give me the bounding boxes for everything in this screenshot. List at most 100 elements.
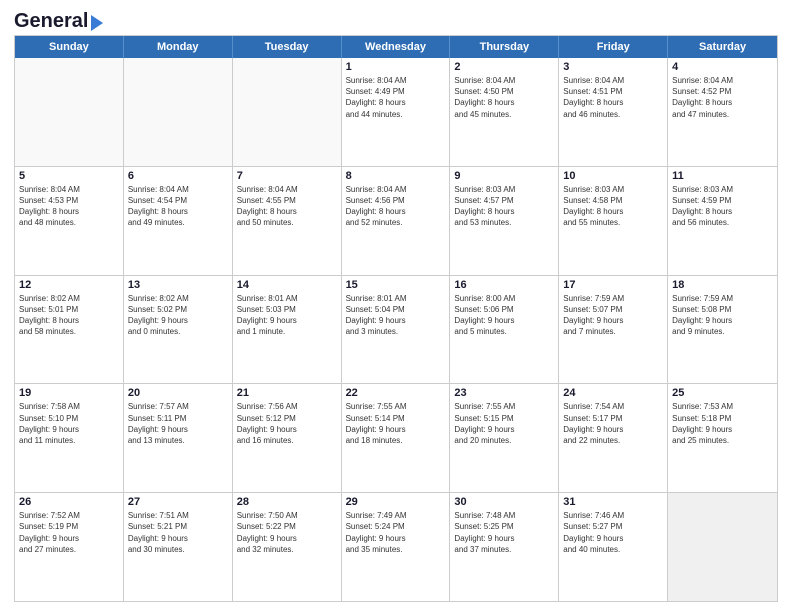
day-number: 30 <box>454 496 554 508</box>
day-cell-14: 14 Sunrise: 8:01 AM Sunset: 5:03 PM Dayli… <box>233 276 342 384</box>
day-number: 31 <box>563 496 663 508</box>
day-number: 18 <box>672 279 773 291</box>
day-number: 11 <box>672 170 773 182</box>
day-info: Sunrise: 8:04 AM Sunset: 4:51 PM Dayligh… <box>563 75 663 120</box>
day-cell-27: 27 Sunrise: 7:51 AM Sunset: 5:21 PM Dayli… <box>124 493 233 601</box>
calendar-row-5: 26 Sunrise: 7:52 AM Sunset: 5:19 PM Dayli… <box>15 493 777 601</box>
day-number: 25 <box>672 387 773 399</box>
day-number: 1 <box>346 61 446 73</box>
day-info: Sunrise: 8:04 AM Sunset: 4:49 PM Dayligh… <box>346 75 446 120</box>
day-number: 21 <box>237 387 337 399</box>
day-number: 20 <box>128 387 228 399</box>
day-info: Sunrise: 8:03 AM Sunset: 4:57 PM Dayligh… <box>454 184 554 229</box>
day-info: Sunrise: 8:02 AM Sunset: 5:02 PM Dayligh… <box>128 293 228 338</box>
day-cell-21: 21 Sunrise: 7:56 AM Sunset: 5:12 PM Dayli… <box>233 384 342 492</box>
day-number: 3 <box>563 61 663 73</box>
calendar-header: SundayMondayTuesdayWednesdayThursdayFrid… <box>15 36 777 58</box>
day-cell-29: 29 Sunrise: 7:49 AM Sunset: 5:24 PM Dayli… <box>342 493 451 601</box>
day-info: Sunrise: 8:04 AM Sunset: 4:55 PM Dayligh… <box>237 184 337 229</box>
day-info: Sunrise: 8:01 AM Sunset: 5:03 PM Dayligh… <box>237 293 337 338</box>
day-number: 8 <box>346 170 446 182</box>
day-number: 2 <box>454 61 554 73</box>
day-number: 28 <box>237 496 337 508</box>
day-cell-12: 12 Sunrise: 8:02 AM Sunset: 5:01 PM Dayli… <box>15 276 124 384</box>
header-day-sunday: Sunday <box>15 36 124 58</box>
day-cell-4: 4Sunrise: 8:04 AM Sunset: 4:52 PM Daylig… <box>668 58 777 166</box>
day-number: 22 <box>346 387 446 399</box>
day-cell-13: 13 Sunrise: 8:02 AM Sunset: 5:02 PM Dayli… <box>124 276 233 384</box>
day-cell-3: 3 Sunrise: 8:04 AM Sunset: 4:51 PM Daylig… <box>559 58 668 166</box>
day-cell-1: 1 Sunrise: 8:04 AM Sunset: 4:49 PM Daylig… <box>342 58 451 166</box>
day-info: Sunrise: 8:04 AM Sunset: 4:53 PM Dayligh… <box>19 184 119 229</box>
day-cell-8: 8 Sunrise: 8:04 AM Sunset: 4:56 PM Daylig… <box>342 167 451 275</box>
day-info: Sunrise: 8:04 AM Sunset: 4:56 PM Dayligh… <box>346 184 446 229</box>
day-info: Sunrise: 7:59 AM Sunset: 5:08 PM Dayligh… <box>672 293 773 338</box>
day-number: 15 <box>346 279 446 291</box>
logo: General <box>14 10 103 29</box>
day-number: 23 <box>454 387 554 399</box>
day-info: Sunrise: 7:55 AM Sunset: 5:15 PM Dayligh… <box>454 401 554 446</box>
day-number: 6 <box>128 170 228 182</box>
day-cell-28: 28 Sunrise: 7:50 AM Sunset: 5:22 PM Dayli… <box>233 493 342 601</box>
day-cell-20: 20 Sunrise: 7:57 AM Sunset: 5:11 PM Dayli… <box>124 384 233 492</box>
day-number: 12 <box>19 279 119 291</box>
day-info: Sunrise: 7:51 AM Sunset: 5:21 PM Dayligh… <box>128 510 228 555</box>
header-day-thursday: Thursday <box>450 36 559 58</box>
day-cell-22: 22Sunrise: 7:55 AM Sunset: 5:14 PM Dayli… <box>342 384 451 492</box>
calendar-row-2: 5 Sunrise: 8:04 AM Sunset: 4:53 PM Daylig… <box>15 167 777 276</box>
day-number: 17 <box>563 279 663 291</box>
day-cell-6: 6 Sunrise: 8:04 AM Sunset: 4:54 PM Daylig… <box>124 167 233 275</box>
day-cell-5: 5 Sunrise: 8:04 AM Sunset: 4:53 PM Daylig… <box>15 167 124 275</box>
day-cell-9: 9 Sunrise: 8:03 AM Sunset: 4:57 PM Daylig… <box>450 167 559 275</box>
day-number: 5 <box>19 170 119 182</box>
empty-cell <box>668 493 777 601</box>
day-cell-24: 24 Sunrise: 7:54 AM Sunset: 5:17 PM Dayli… <box>559 384 668 492</box>
day-cell-7: 7Sunrise: 8:04 AM Sunset: 4:55 PM Daylig… <box>233 167 342 275</box>
day-number: 13 <box>128 279 228 291</box>
day-info: Sunrise: 7:52 AM Sunset: 5:19 PM Dayligh… <box>19 510 119 555</box>
day-number: 19 <box>19 387 119 399</box>
day-cell-25: 25 Sunrise: 7:53 AM Sunset: 5:18 PM Dayli… <box>668 384 777 492</box>
day-number: 27 <box>128 496 228 508</box>
logo-general: General <box>14 10 88 33</box>
day-number: 4 <box>672 61 773 73</box>
day-info: Sunrise: 7:54 AM Sunset: 5:17 PM Dayligh… <box>563 401 663 446</box>
day-info: Sunrise: 8:04 AM Sunset: 4:54 PM Dayligh… <box>128 184 228 229</box>
day-info: Sunrise: 7:56 AM Sunset: 5:12 PM Dayligh… <box>237 401 337 446</box>
day-info: Sunrise: 8:03 AM Sunset: 4:59 PM Dayligh… <box>672 184 773 229</box>
day-info: Sunrise: 7:50 AM Sunset: 5:22 PM Dayligh… <box>237 510 337 555</box>
day-info: Sunrise: 7:53 AM Sunset: 5:18 PM Dayligh… <box>672 401 773 446</box>
day-cell-31: 31Sunrise: 7:46 AM Sunset: 5:27 PM Dayli… <box>559 493 668 601</box>
calendar-row-1: 1 Sunrise: 8:04 AM Sunset: 4:49 PM Daylig… <box>15 58 777 167</box>
day-info: Sunrise: 8:02 AM Sunset: 5:01 PM Dayligh… <box>19 293 119 338</box>
empty-cell <box>233 58 342 166</box>
calendar-body: 1 Sunrise: 8:04 AM Sunset: 4:49 PM Daylig… <box>15 58 777 601</box>
day-info: Sunrise: 7:57 AM Sunset: 5:11 PM Dayligh… <box>128 401 228 446</box>
empty-cell <box>15 58 124 166</box>
day-cell-11: 11 Sunrise: 8:03 AM Sunset: 4:59 PM Dayli… <box>668 167 777 275</box>
day-cell-19: 19Sunrise: 7:58 AM Sunset: 5:10 PM Dayli… <box>15 384 124 492</box>
day-cell-15: 15 Sunrise: 8:01 AM Sunset: 5:04 PM Dayli… <box>342 276 451 384</box>
day-number: 16 <box>454 279 554 291</box>
day-info: Sunrise: 8:00 AM Sunset: 5:06 PM Dayligh… <box>454 293 554 338</box>
logo-arrow-icon <box>91 15 103 31</box>
calendar: SundayMondayTuesdayWednesdayThursdayFrid… <box>14 35 778 602</box>
day-cell-10: 10Sunrise: 8:03 AM Sunset: 4:58 PM Dayli… <box>559 167 668 275</box>
header-day-monday: Monday <box>124 36 233 58</box>
header-day-wednesday: Wednesday <box>342 36 451 58</box>
day-number: 26 <box>19 496 119 508</box>
day-number: 24 <box>563 387 663 399</box>
day-cell-17: 17Sunrise: 7:59 AM Sunset: 5:07 PM Dayli… <box>559 276 668 384</box>
day-number: 14 <box>237 279 337 291</box>
header-day-saturday: Saturday <box>668 36 777 58</box>
calendar-row-4: 19Sunrise: 7:58 AM Sunset: 5:10 PM Dayli… <box>15 384 777 493</box>
day-cell-2: 2Sunrise: 8:04 AM Sunset: 4:50 PM Daylig… <box>450 58 559 166</box>
day-number: 9 <box>454 170 554 182</box>
day-info: Sunrise: 8:01 AM Sunset: 5:04 PM Dayligh… <box>346 293 446 338</box>
day-cell-30: 30Sunrise: 7:48 AM Sunset: 5:25 PM Dayli… <box>450 493 559 601</box>
day-number: 29 <box>346 496 446 508</box>
day-info: Sunrise: 7:49 AM Sunset: 5:24 PM Dayligh… <box>346 510 446 555</box>
day-cell-26: 26 Sunrise: 7:52 AM Sunset: 5:19 PM Dayli… <box>15 493 124 601</box>
day-cell-16: 16 Sunrise: 8:00 AM Sunset: 5:06 PM Dayli… <box>450 276 559 384</box>
day-number: 10 <box>563 170 663 182</box>
